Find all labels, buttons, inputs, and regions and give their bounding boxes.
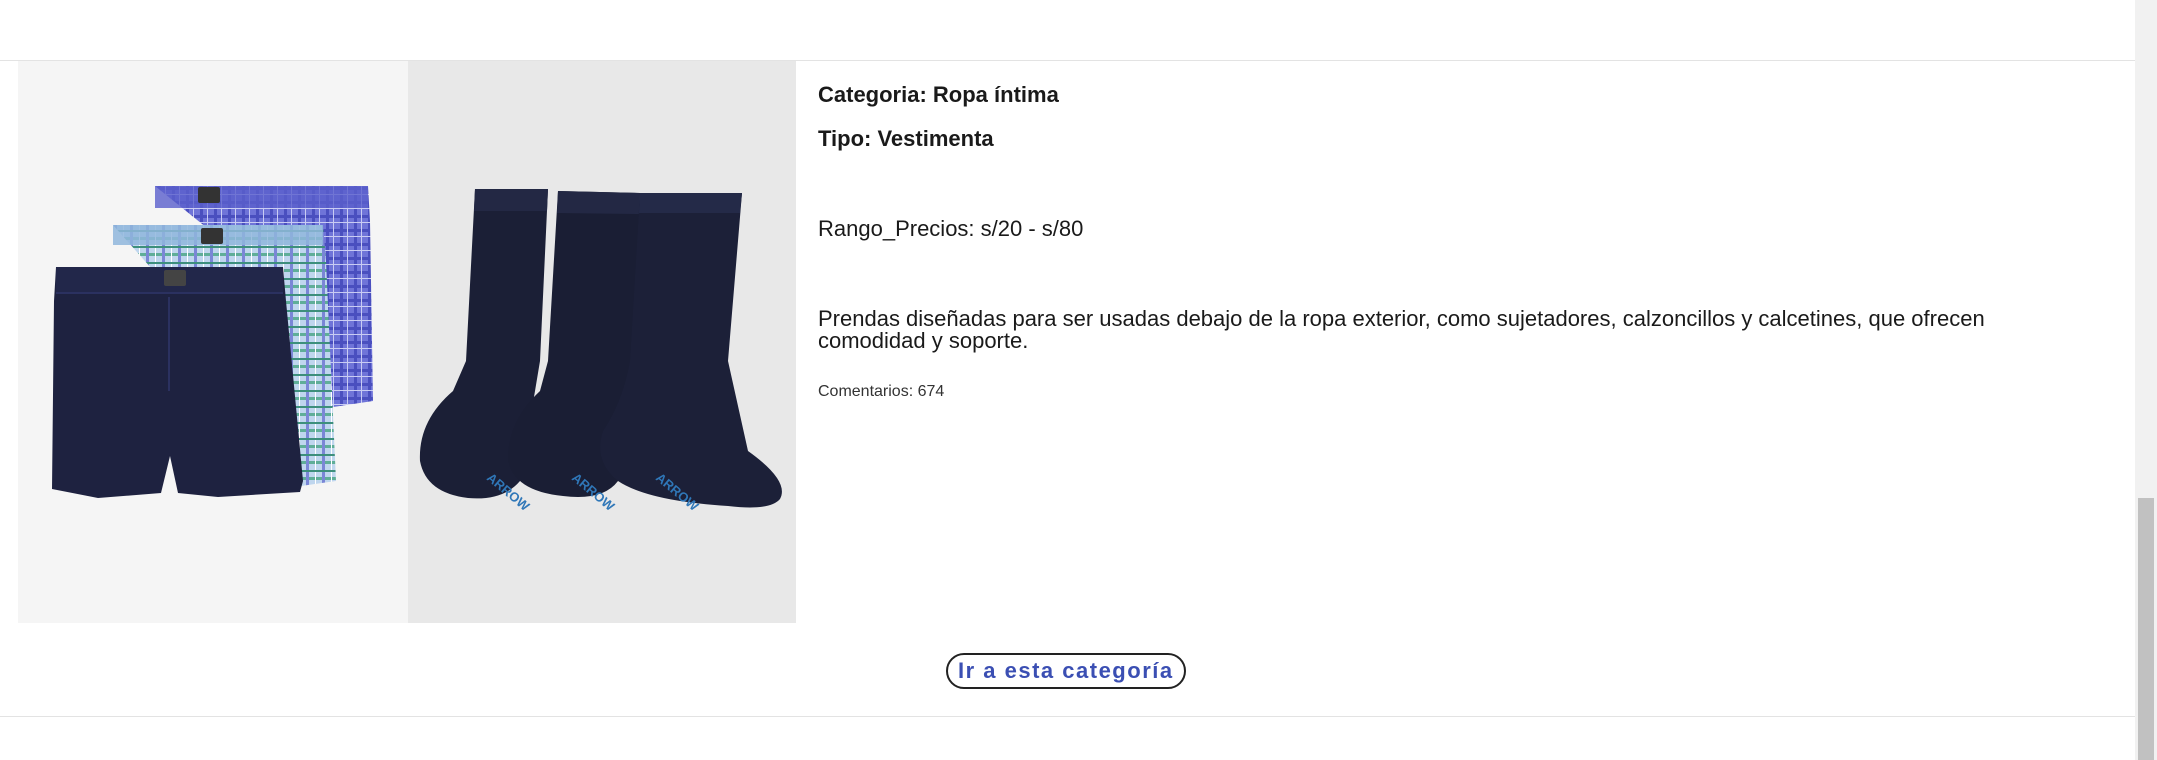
- price-range: Rango_Precios: s/20 - s/80: [818, 216, 1084, 241]
- boxers-image: [18, 61, 408, 623]
- comments-count: Comentarios: 674: [818, 383, 945, 400]
- scrollbar-thumb[interactable]: [2138, 498, 2154, 760]
- socks-image: ARROW ARROW ARROW: [408, 61, 796, 623]
- go-to-category-button[interactable]: Ir a esta categoría: [946, 653, 1186, 689]
- category-description: Prendas diseñadas para ser usadas debajo…: [818, 306, 1985, 353]
- type-label: Tipo: Vestimenta: [818, 126, 994, 151]
- page: ARROW ARROW ARROW Categoria: Ropa íntima…: [0, 0, 2157, 760]
- category-info: Categoria: Ropa íntima Tipo: Vestimenta …: [818, 78, 2118, 402]
- bottom-divider: [0, 716, 2135, 717]
- category-label: Categoria: Ropa íntima: [818, 82, 1059, 107]
